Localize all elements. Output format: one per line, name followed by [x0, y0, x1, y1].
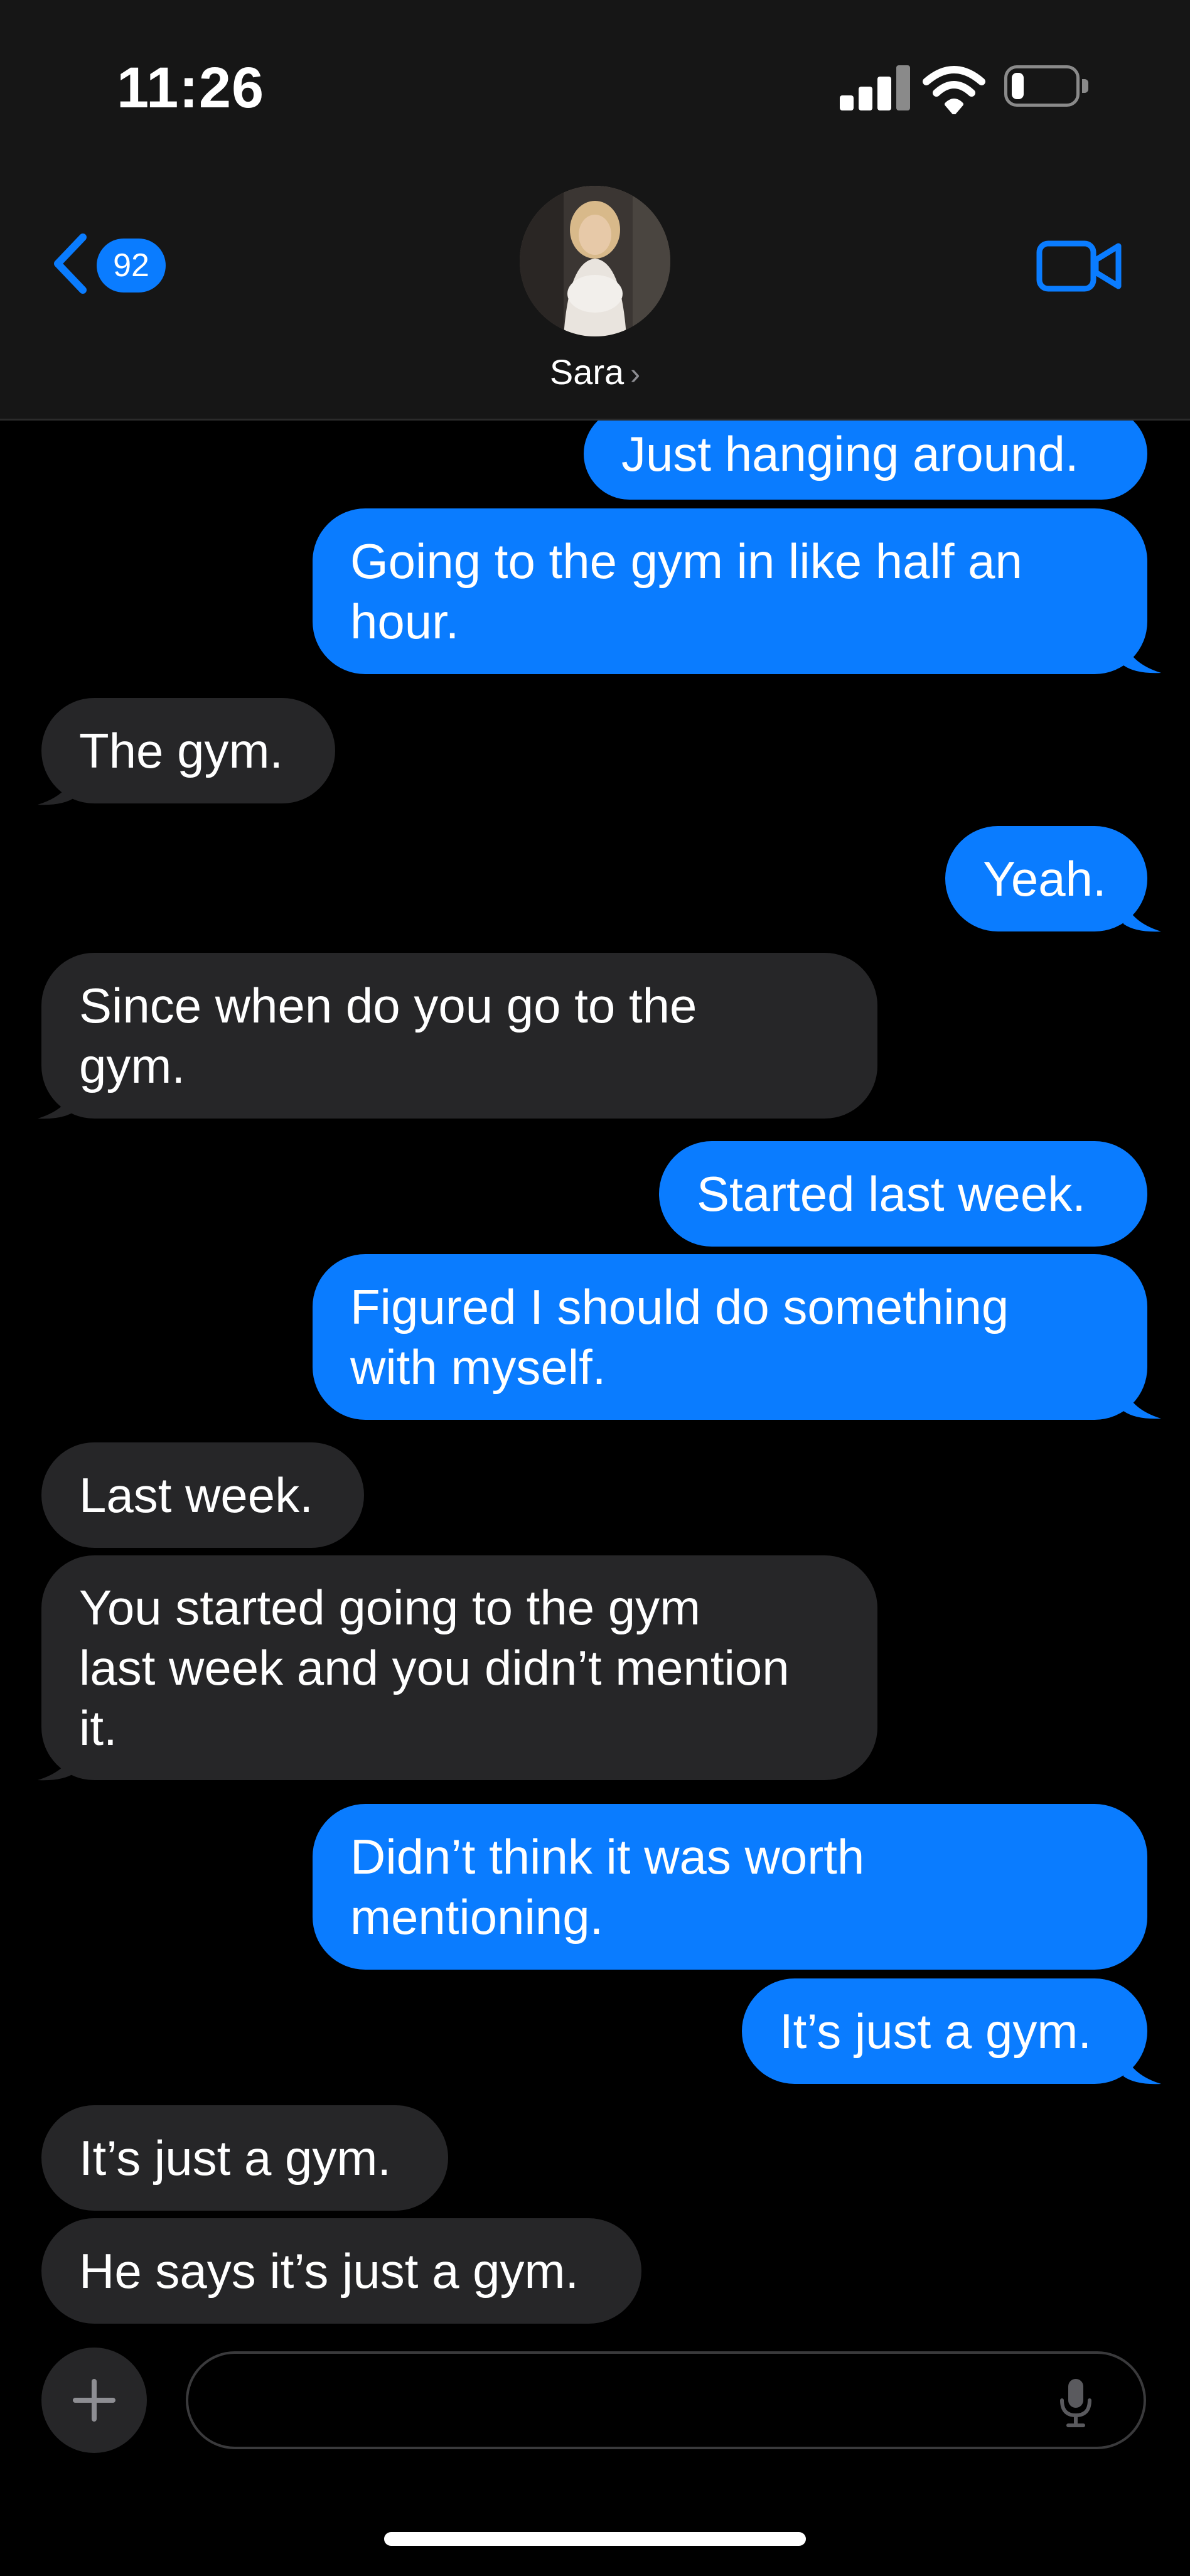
chevron-left-icon — [54, 233, 87, 294]
message-bubble-received[interactable]: Since when do you go to the gym. — [41, 953, 877, 1119]
home-indicator[interactable] — [384, 2532, 806, 2546]
message-text: The gym. — [79, 723, 284, 778]
bubble-tail — [1123, 2049, 1161, 2085]
message-text: Last week. — [79, 1468, 313, 1523]
message-bubble-received[interactable]: You started going to the gym last week a… — [41, 1555, 877, 1780]
avatar-image — [520, 186, 670, 336]
message-bubble-received[interactable]: The gym. — [41, 698, 335, 803]
message-bubble-sent[interactable]: Yeah. — [945, 826, 1147, 931]
message-text: It’s just a gym. — [780, 2004, 1092, 2059]
back-button[interactable]: 92 — [44, 226, 176, 301]
message-bubble-received[interactable]: It’s just a gym. — [41, 2105, 448, 2211]
message-bubble-sent[interactable]: It’s just a gym. — [742, 1978, 1147, 2084]
wifi-icon — [923, 66, 985, 114]
message-text: Yeah. — [983, 851, 1107, 906]
message-input[interactable] — [186, 2351, 1146, 2449]
message-bubble-sent[interactable]: Figured I should do something with mysel… — [313, 1254, 1147, 1420]
bubble-tail — [1123, 896, 1161, 932]
message-text: Since when do you go to the gym. — [79, 978, 697, 1093]
plus-icon — [73, 2379, 115, 2422]
add-attachment-button[interactable] — [41, 2348, 147, 2453]
contact-name-button[interactable]: Sara › — [0, 352, 1190, 392]
message-text: Just hanging around. — [621, 426, 1079, 481]
message-bubble-sent[interactable]: Didn’t think it was worth mentioning. — [313, 1804, 1147, 1970]
unread-count-badge: 92 — [97, 239, 166, 292]
battery-icon — [1004, 65, 1088, 109]
contact-name: Sara — [549, 352, 624, 392]
message-text: Started last week. — [697, 1166, 1086, 1221]
message-text: He says it’s just a gym. — [79, 2243, 579, 2299]
message-bubble-sent[interactable]: Started last week. — [659, 1141, 1147, 1247]
video-camera-icon[interactable] — [1036, 237, 1123, 295]
contact-avatar[interactable] — [520, 186, 670, 336]
message-bubble-received[interactable]: He says it’s just a gym. — [41, 2218, 641, 2324]
bubble-tail — [38, 1745, 75, 1781]
message-text: It’s just a gym. — [79, 2130, 392, 2186]
message-text: Didn’t think it was worth mentioning. — [350, 1829, 865, 1945]
message-text: Figured I should do something with mysel… — [350, 1279, 1009, 1395]
battery-level-fill — [1012, 73, 1024, 99]
message-text: You started going to the gym last week a… — [79, 1580, 790, 1756]
conversation-header: 11:26 92 Sara › — [0, 0, 1190, 421]
bubble-tail — [38, 770, 75, 805]
bubble-tail — [1123, 638, 1161, 674]
bubble-tail — [1123, 1383, 1161, 1419]
cellular-signal-icon — [840, 65, 910, 110]
status-bar-time: 11:26 — [117, 56, 265, 120]
message-text: Going to the gym in like half an hour. — [350, 534, 1022, 649]
message-bubble-sent[interactable]: Just hanging around. — [584, 408, 1147, 500]
chevron-right-icon: › — [630, 358, 641, 391]
bubble-tail — [38, 1083, 75, 1119]
message-bubble-sent[interactable]: Going to the gym in like half an hour. — [313, 508, 1147, 674]
microphone-icon[interactable] — [1057, 2376, 1095, 2429]
message-bubble-received[interactable]: Last week. — [41, 1442, 364, 1548]
